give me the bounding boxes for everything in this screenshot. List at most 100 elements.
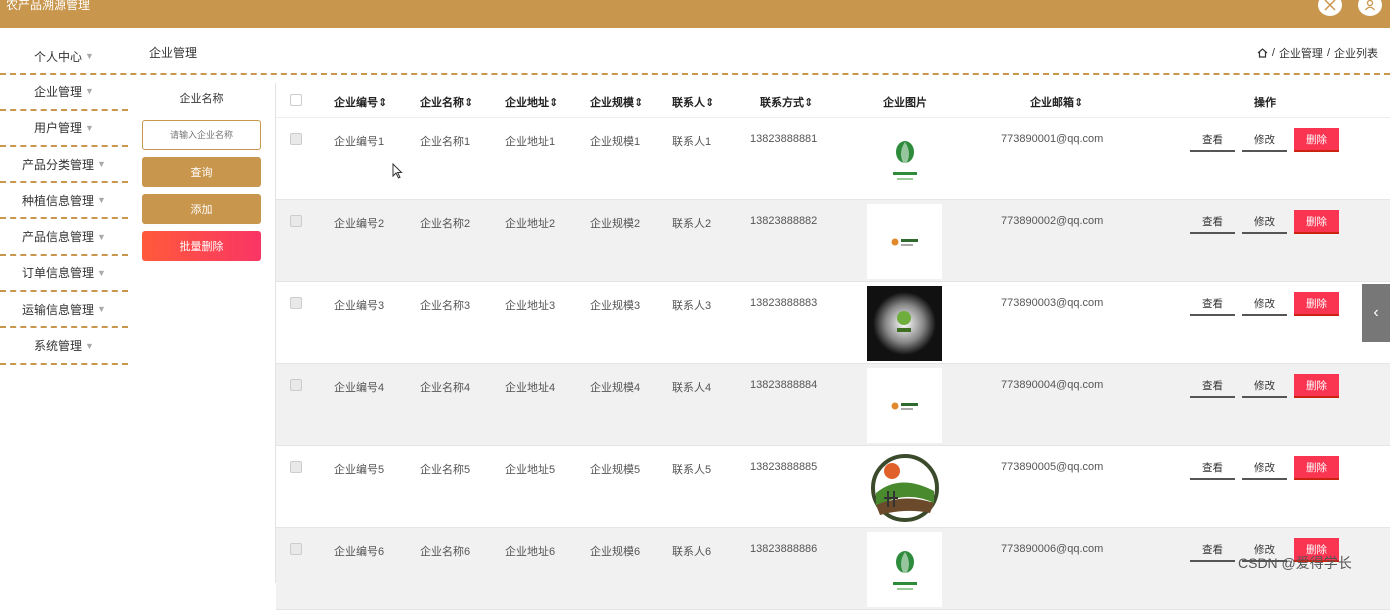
cell-phone: 13823888883	[750, 297, 818, 309]
sidebar-item-transport-info[interactable]: 运输信息管理 ▼	[0, 292, 128, 329]
cell-scale: 企业规模4	[590, 382, 641, 394]
cell-scale: 企业规模1	[590, 136, 641, 148]
add-button[interactable]: 添加	[142, 194, 261, 224]
cell-code: 企业编号4	[334, 382, 385, 394]
view-button[interactable]: 查看	[1190, 456, 1235, 480]
search-panel: 企业名称 查询 添加 批量删除	[142, 90, 261, 261]
column-header: 操作	[1254, 97, 1276, 109]
cell-addr: 企业地址1	[505, 136, 556, 148]
cell-phone: 13823888881	[750, 133, 818, 145]
sidebar-item-product-info[interactable]: 产品信息管理 ▼	[0, 219, 128, 256]
cell-name: 企业名称2	[420, 218, 471, 230]
sidebar-item-product-category[interactable]: 产品分类管理 ▼	[0, 147, 128, 184]
edit-button[interactable]: 修改	[1242, 210, 1287, 234]
row-checkbox[interactable]	[290, 543, 302, 555]
cell-contact: 联系人1	[672, 136, 712, 148]
column-header[interactable]: 企业名称⇕	[420, 94, 473, 110]
chevron-down-icon: ▼	[97, 304, 106, 315]
fullscreen-icon[interactable]	[1318, 0, 1342, 16]
cell-contact: 联系人5	[672, 464, 712, 476]
view-button[interactable]: 查看	[1190, 374, 1235, 398]
cell-code: 企业编号6	[334, 546, 385, 558]
row-checkbox[interactable]	[290, 379, 302, 391]
sidebar-item-system[interactable]: 系统管理 ▼	[0, 328, 128, 365]
app-title: 农产品溯源管理	[6, 0, 91, 12]
sidebar-item-planting-info[interactable]: 种植信息管理 ▼	[0, 183, 128, 220]
sidebar-item-personal-center[interactable]: 个人中心 ▼	[0, 38, 128, 74]
column-header[interactable]: 企业地址⇕	[505, 94, 558, 110]
home-icon[interactable]	[1257, 48, 1268, 58]
column-header[interactable]: 企业邮箱⇕	[1030, 94, 1083, 110]
delete-button[interactable]: 删除	[1294, 128, 1339, 152]
cell-contact: 联系人6	[672, 546, 712, 558]
enterprise-image	[867, 122, 942, 197]
chevron-down-icon: ▼	[85, 86, 94, 97]
sidebar-item-enterprise[interactable]: 企业管理 ▼	[0, 74, 128, 111]
column-header: 企业图片	[883, 97, 927, 109]
chevron-down-icon: ▼	[97, 195, 106, 206]
table-row: 企业编号3 企业名称3 企业地址3 企业规模3 联系人3 13823888883 77389…	[276, 282, 1390, 364]
search-input[interactable]	[142, 120, 261, 150]
edit-button[interactable]: 修改	[1242, 456, 1287, 480]
row-checkbox[interactable]	[290, 461, 302, 473]
enterprise-image	[867, 532, 942, 607]
edit-button[interactable]: 修改	[1242, 374, 1287, 398]
chevron-down-icon: ▼	[97, 159, 106, 170]
cell-email: 773890005@qq.com	[1001, 461, 1104, 473]
enterprise-table: 企业编号⇕ 企业名称⇕ 企业地址⇕ 企业规模⇕ 联系人⇕ 联系方式⇕ 企业图片 …	[276, 83, 1390, 610]
cell-email: 773890003@qq.com	[1001, 297, 1104, 309]
chevron-down-icon: ▼	[85, 340, 94, 351]
chevron-down-icon: ▼	[85, 51, 94, 62]
edit-button[interactable]: 修改	[1242, 128, 1287, 152]
chevron-down-icon: ▼	[97, 231, 106, 242]
view-button[interactable]: 查看	[1190, 538, 1235, 562]
cell-name: 企业名称5	[420, 464, 471, 476]
cell-addr: 企业地址6	[505, 546, 556, 558]
cell-code: 企业编号1	[334, 136, 385, 148]
cell-name: 企业名称6	[420, 546, 471, 558]
cell-contact: 联系人2	[672, 218, 712, 230]
cell-phone: 13823888884	[750, 379, 818, 391]
cell-name: 企业名称1	[420, 136, 471, 148]
column-header[interactable]: 企业规模⇕	[590, 94, 643, 110]
cell-name: 企业名称4	[420, 382, 471, 394]
collapse-handle-icon[interactable]: ‹	[1362, 284, 1390, 342]
cell-addr: 企业地址2	[505, 218, 556, 230]
table-row: 企业编号1 企业名称1 企业地址1 企业规模1 联系人1 13823888881 77389…	[276, 118, 1390, 200]
user-avatar-icon[interactable]	[1358, 0, 1382, 16]
delete-button[interactable]: 删除	[1294, 374, 1339, 398]
breadcrumb-item: 企业列表	[1334, 48, 1378, 60]
column-header[interactable]: 企业编号⇕	[334, 94, 387, 110]
sidebar-item-user[interactable]: 用户管理 ▼	[0, 111, 128, 147]
table-header: 企业编号⇕ 企业名称⇕ 企业地址⇕ 企业规模⇕ 联系人⇕ 联系方式⇕ 企业图片 …	[276, 83, 1390, 118]
mouse-cursor-icon	[392, 163, 403, 179]
query-button[interactable]: 查询	[142, 157, 261, 187]
page-title: 企业管理	[149, 46, 198, 60]
cell-contact: 联系人4	[672, 382, 712, 394]
sidebar: 个人中心 ▼ 企业管理 ▼ 用户管理 ▼ 产品分类管理 ▼ 种植信息管理 ▼ 产品信息管理…	[0, 38, 128, 365]
view-button[interactable]: 查看	[1190, 128, 1235, 152]
cell-phone: 13823888885	[750, 461, 818, 473]
view-button[interactable]: 查看	[1190, 210, 1235, 234]
column-header[interactable]: 联系人⇕	[672, 94, 714, 110]
header-divider	[0, 73, 1390, 75]
view-button[interactable]: 查看	[1190, 292, 1235, 316]
cell-email: 773890001@qq.com	[1001, 133, 1104, 145]
row-checkbox[interactable]	[290, 297, 302, 309]
column-header[interactable]: 联系方式⇕	[760, 94, 813, 110]
select-all-checkbox[interactable]	[290, 94, 302, 106]
cell-scale: 企业规模2	[590, 218, 641, 230]
cell-name: 企业名称3	[420, 300, 471, 312]
sidebar-item-order-info[interactable]: 订单信息管理 ▼	[0, 256, 128, 293]
row-checkbox[interactable]	[290, 215, 302, 227]
breadcrumb-item[interactable]: 企业管理	[1279, 45, 1323, 61]
cell-phone: 13823888886	[750, 543, 818, 555]
row-checkbox[interactable]	[290, 133, 302, 145]
delete-button[interactable]: 删除	[1294, 456, 1339, 480]
delete-button[interactable]: 删除	[1294, 292, 1339, 316]
batch-delete-button[interactable]: 批量删除	[142, 231, 261, 261]
watermark: CSDN @爱得学长	[1238, 555, 1352, 571]
edit-button[interactable]: 修改	[1242, 292, 1287, 316]
cell-addr: 企业地址4	[505, 382, 556, 394]
delete-button[interactable]: 删除	[1294, 210, 1339, 234]
